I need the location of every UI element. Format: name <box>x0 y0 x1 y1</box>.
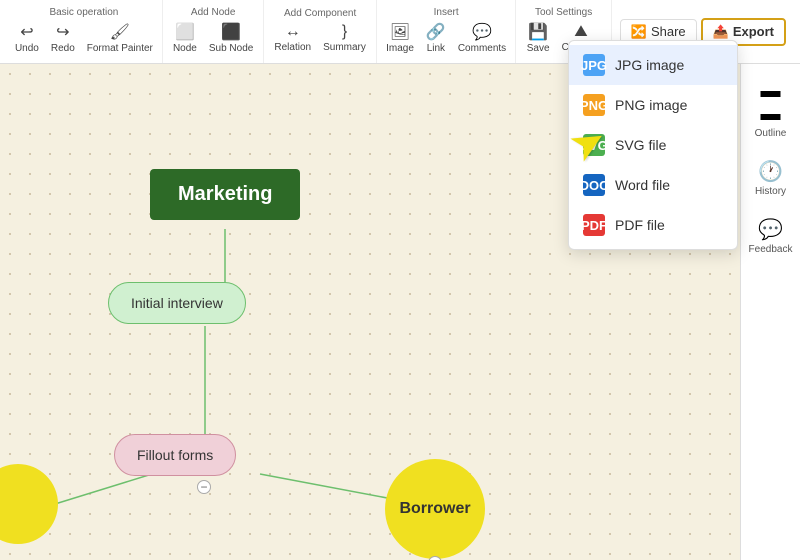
sub-node-button[interactable]: ⬛ Sub Node <box>205 20 257 56</box>
image-icon: 🖼 <box>390 22 410 42</box>
dropdown-item-jpg[interactable]: JPG JPG image <box>569 45 737 85</box>
svg-label: SVG file <box>615 137 666 153</box>
word-icon: DOC <box>583 174 605 196</box>
tool-settings-label: Tool Settings <box>535 7 592 18</box>
word-label: Word file <box>615 177 670 193</box>
add-node-group: Add Node ⬜ Node ⬛ Sub Node <box>163 0 265 63</box>
export-label: Export <box>733 24 774 39</box>
summary-button[interactable]: } Summary <box>319 21 370 55</box>
sub-node-icon: ⬛ <box>221 22 241 42</box>
save-button[interactable]: 💾 Save <box>523 20 554 56</box>
comments-icon: 💬 <box>472 22 492 42</box>
format-painter-icon: 🖌 <box>110 22 130 42</box>
sidebar-item-history[interactable]: 🕐 History <box>745 153 797 203</box>
relation-icon: ↔ <box>285 23 301 41</box>
png-label: PNG image <box>615 97 687 113</box>
jpg-icon: JPG <box>583 54 605 76</box>
dropdown-item-pdf[interactable]: PDF PDF file <box>569 205 737 245</box>
yellow-left-node[interactable] <box>0 464 58 544</box>
relation-button[interactable]: ↔ Relation <box>270 21 315 55</box>
outline-icon: ▬▬ <box>761 80 781 126</box>
format-painter-button[interactable]: 🖌 Format Painter <box>83 20 157 56</box>
insert-group: Insert 🖼 Image 🔗 Link 💬 Comments <box>377 0 517 63</box>
pdf-icon: PDF <box>583 214 605 236</box>
undo-icon: ↩ <box>20 22 33 42</box>
feedback-icon: 💬 <box>758 217 783 242</box>
insert-label: Insert <box>434 7 459 18</box>
basic-operation-label: Basic operation <box>49 7 118 18</box>
pdf-label: PDF file <box>615 217 665 233</box>
dropdown-item-word[interactable]: DOC Word file <box>569 165 737 205</box>
export-icon: 📤 <box>713 24 729 40</box>
sidebar-item-feedback[interactable]: 💬 Feedback <box>745 211 797 261</box>
image-button[interactable]: 🖼 Image <box>382 20 418 56</box>
node-icon: ⬜ <box>175 22 195 42</box>
jpg-label: JPG image <box>615 57 684 73</box>
save-icon: 💾 <box>528 22 548 42</box>
comments-button[interactable]: 💬 Comments <box>454 20 510 56</box>
history-icon: 🕐 <box>758 159 783 184</box>
marketing-node[interactable]: Marketing <box>150 169 300 220</box>
link-button[interactable]: 🔗 Link <box>422 20 450 56</box>
redo-button[interactable]: ↪ Redo <box>47 20 79 56</box>
fillout-collapse-button[interactable]: − <box>197 480 211 494</box>
add-component-label: Add Component <box>284 8 356 19</box>
fillout-forms-node[interactable]: Fillout forms <box>114 434 236 476</box>
sidebar-item-outline[interactable]: ▬▬ Outline <box>745 74 797 145</box>
share-label: Share <box>651 24 686 39</box>
right-sidebar: ▬▬ Outline 🕐 History 💬 Feedback <box>740 64 800 560</box>
add-node-label: Add Node <box>191 7 235 18</box>
basic-operation-group: Basic operation ↩ Undo ↪ Redo 🖌 Format P… <box>6 0 163 63</box>
summary-icon: } <box>342 23 347 41</box>
borrower-node[interactable]: Borrower <box>385 459 485 559</box>
initial-interview-node[interactable]: Initial interview <box>108 282 246 324</box>
share-icon: 🔀 <box>631 24 647 40</box>
link-icon: 🔗 <box>426 22 446 42</box>
undo-button[interactable]: ↩ Undo <box>11 20 43 56</box>
node-button[interactable]: ⬜ Node <box>169 20 201 56</box>
add-component-group: Add Component ↔ Relation } Summary <box>264 0 376 63</box>
collapse-icon: ⛰ <box>574 23 587 41</box>
redo-icon: ↪ <box>56 22 69 42</box>
png-icon: PNG <box>583 94 605 116</box>
